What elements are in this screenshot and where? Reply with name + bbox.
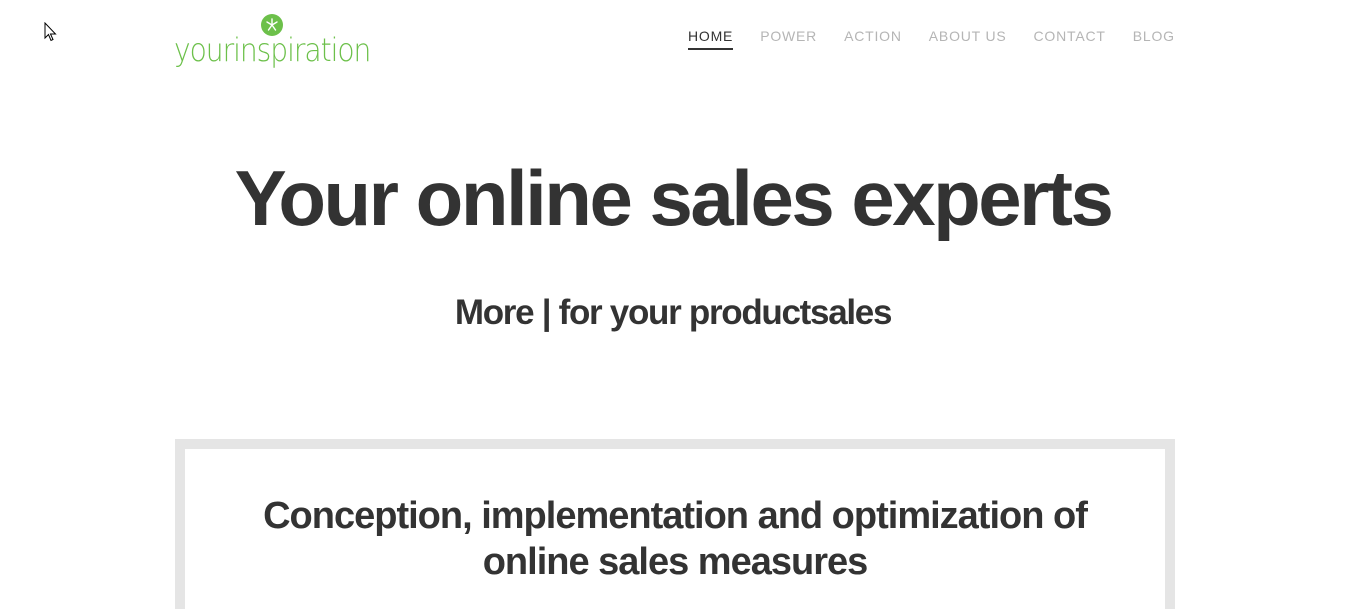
logo-wordmark: yourinspiration bbox=[174, 31, 371, 69]
main-nav: HOME POWER ACTION ABOUT US CONTACT BLOG bbox=[688, 28, 1175, 50]
feature-box-content: Conception, implementation and optimizat… bbox=[185, 449, 1165, 609]
nav-item-action[interactable]: ACTION bbox=[844, 28, 902, 50]
feature-box: Conception, implementation and optimizat… bbox=[175, 439, 1175, 609]
hero-title: Your online sales experts bbox=[234, 154, 1114, 242]
hero-subtitle: More | for your productsales bbox=[454, 293, 893, 332]
nav-item-home[interactable]: HOME bbox=[688, 28, 734, 50]
feature-box-title: Conception, implementation and optimizat… bbox=[263, 495, 1088, 583]
nav-item-blog[interactable]: BLOG bbox=[1133, 28, 1175, 50]
site-logo[interactable]: yourinspiration bbox=[174, 14, 384, 74]
nav-item-power[interactable]: POWER bbox=[760, 28, 817, 50]
mouse-cursor-icon bbox=[44, 21, 58, 42]
nav-item-contact[interactable]: CONTACT bbox=[1034, 28, 1106, 50]
nav-item-about-us[interactable]: ABOUT US bbox=[929, 28, 1007, 50]
